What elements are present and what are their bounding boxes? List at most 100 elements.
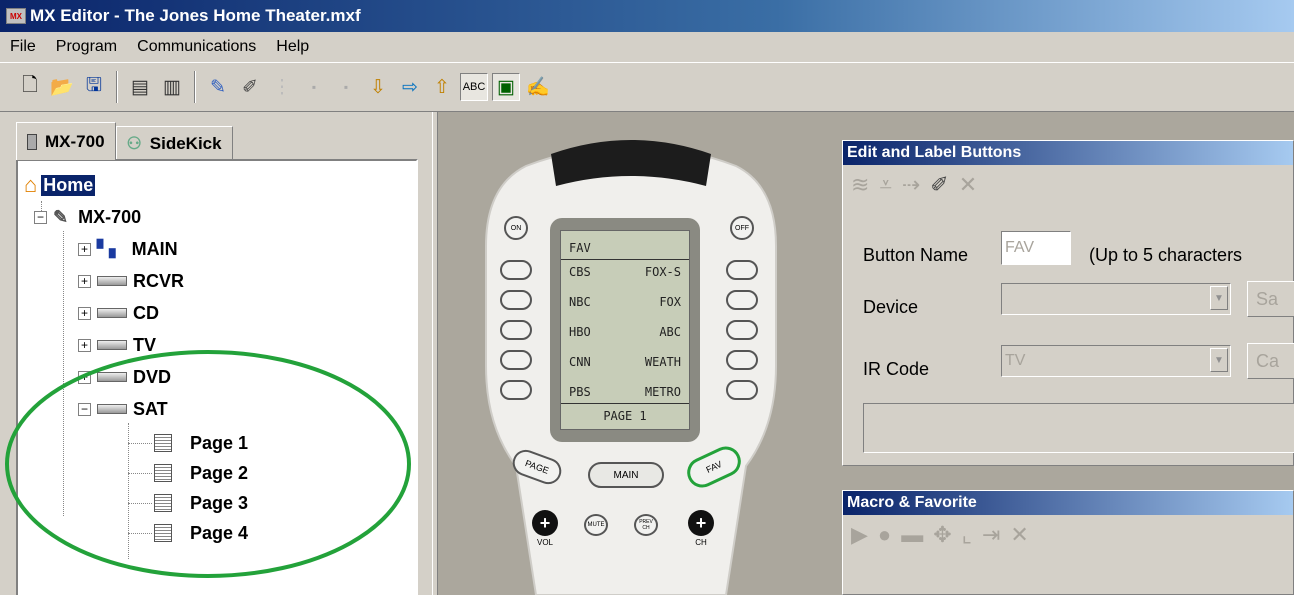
- main-button[interactable]: MAIN: [588, 462, 664, 488]
- ir-test-icon[interactable]: ⩡: [879, 172, 891, 198]
- upload-icon[interactable]: ⇧: [428, 73, 456, 101]
- tree-item-home[interactable]: ⌂ Home: [24, 171, 96, 199]
- ch-label: CH: [695, 538, 707, 547]
- lcd-label: CBS: [569, 265, 591, 279]
- delete-icon[interactable]: ✕: [959, 172, 977, 198]
- side-button-left-5[interactable]: [500, 380, 532, 400]
- side-button-right-4[interactable]: [726, 350, 758, 370]
- ir-copy-icon[interactable]: ⇢: [902, 172, 920, 198]
- chevron-down-icon[interactable]: ▼: [1210, 348, 1228, 372]
- side-button-right-2[interactable]: [726, 290, 758, 310]
- label-wizard-icon[interactable]: ✎: [204, 73, 232, 101]
- toolbar-separator: [194, 71, 196, 103]
- menu-program[interactable]: Program: [46, 38, 127, 56]
- ir-code-select[interactable]: TV ▼: [1001, 345, 1231, 377]
- lcd-row-5[interactable]: PBS METRO: [561, 385, 689, 399]
- menu-file[interactable]: File: [0, 38, 46, 56]
- add-page-icon[interactable]: ▥: [158, 73, 186, 101]
- select-button[interactable]: Sa: [1247, 281, 1294, 317]
- expand-icon[interactable]: +: [78, 242, 91, 256]
- record-icon[interactable]: ●: [878, 522, 891, 548]
- device-tabs: MX-700 ⚇ SideKick: [16, 122, 233, 160]
- capture-button[interactable]: Ca: [1247, 343, 1294, 379]
- lcd-row-4[interactable]: CNN WEATH: [561, 355, 689, 369]
- lcd-header: FAV: [569, 241, 591, 255]
- side-button-left-1[interactable]: [500, 260, 532, 280]
- mute-button[interactable]: MUTE: [584, 514, 608, 536]
- channel-up-icon[interactable]: +: [688, 510, 714, 536]
- lcd-divider: [561, 259, 689, 260]
- lcd-screen: FAV CBS FOX-S NBC FOX HBO ABC CNN WEATH PBS M…: [560, 230, 690, 430]
- tab-sidekick[interactable]: ⚇ SideKick: [115, 126, 233, 160]
- sidekick-icon: ⚇: [126, 133, 142, 153]
- new-file-icon[interactable]: 🗋: [16, 73, 44, 101]
- play-icon[interactable]: ▶: [851, 522, 868, 548]
- add-step-icon[interactable]: ✥: [933, 522, 951, 548]
- edit-label-panel: Edit and Label Buttons ≋ ⩡ ⇢ ✐ ✕ Button …: [842, 140, 1294, 466]
- menu-bar: File Program Communications Help: [0, 32, 1294, 62]
- delete-icon[interactable]: ✕: [1010, 522, 1028, 548]
- side-button-right-5[interactable]: [726, 380, 758, 400]
- save-icon[interactable]: ▬: [901, 522, 923, 548]
- save-icon[interactable]: 🖫: [80, 73, 108, 101]
- side-button-right-3[interactable]: [726, 320, 758, 340]
- volume-up-icon[interactable]: +: [532, 510, 558, 536]
- transfer-icon[interactable]: ⇨: [396, 73, 424, 101]
- lcd-row-3[interactable]: HBO ABC: [561, 325, 689, 339]
- button-name-input[interactable]: FAV: [1001, 231, 1071, 265]
- side-button-right-1[interactable]: [726, 260, 758, 280]
- remote-control: ON OFF FAV CBS FOX-S NBC FOX HBO ABC CNN WEA…: [476, 126, 786, 595]
- tree-item-main[interactable]: + ▘▖ MAIN: [78, 235, 178, 263]
- lcd-row-2[interactable]: NBC FOX: [561, 295, 689, 309]
- vol-label: VOL: [536, 538, 553, 547]
- tree-mx-700-label: MX-700: [78, 206, 142, 227]
- edit-label-icon[interactable]: ✐: [930, 172, 948, 198]
- collapse-icon[interactable]: −: [34, 210, 47, 224]
- on-button-label: ON: [510, 224, 522, 232]
- off-button[interactable]: OFF: [730, 216, 754, 240]
- device-icon: [97, 276, 127, 286]
- menu-help[interactable]: Help: [266, 38, 319, 56]
- tree-cd-label: CD: [133, 302, 159, 323]
- paste-label-icon[interactable]: ⋮: [268, 73, 296, 101]
- home-icon: ⌂: [24, 172, 38, 197]
- edit-label-icon[interactable]: ✐: [236, 73, 264, 101]
- tree-item-cd[interactable]: + CD: [78, 299, 159, 327]
- menu-communications[interactable]: Communications: [127, 38, 266, 56]
- macro-insert-icon[interactable]: ⇥: [982, 522, 1000, 548]
- macro-panel-toolbar: ▶ ● ▬ ✥ ⌞ ⇥ ✕: [843, 515, 1293, 555]
- ir-learn-icon[interactable]: ≋: [851, 172, 869, 198]
- label-view-icon[interactable]: ABC: [460, 73, 488, 101]
- expand-icon[interactable]: +: [78, 306, 91, 320]
- side-button-left-4[interactable]: [500, 350, 532, 370]
- side-button-left-3[interactable]: [500, 320, 532, 340]
- remote-icon: [27, 133, 37, 150]
- disabled-tool-icon-2[interactable]: ▪: [332, 73, 360, 101]
- tab-mx-700[interactable]: MX-700: [16, 122, 116, 160]
- signature-icon[interactable]: ✍: [524, 73, 552, 101]
- lcd-row-1[interactable]: CBS FOX-S: [561, 265, 689, 279]
- main-device-icon: ▘▖: [97, 241, 122, 258]
- edit-panel-title: Edit and Label Buttons: [843, 141, 1293, 165]
- lcd-label: HBO: [569, 325, 591, 339]
- expand-icon[interactable]: +: [78, 274, 91, 288]
- open-folder-icon[interactable]: 📂: [48, 73, 76, 101]
- chevron-down-icon[interactable]: ▼: [1210, 286, 1228, 310]
- select-button-label: Sa: [1256, 288, 1279, 309]
- add-device-icon[interactable]: ▤: [126, 73, 154, 101]
- capture-button-label: Ca: [1256, 350, 1280, 371]
- device-select[interactable]: ▼: [1001, 283, 1231, 315]
- side-button-left-2[interactable]: [500, 290, 532, 310]
- insert-icon[interactable]: ⌞: [962, 522, 972, 548]
- lcd-label: NBC: [569, 295, 591, 309]
- edit-panel-toolbar: ≋ ⩡ ⇢ ✐ ✕: [843, 165, 1293, 205]
- preview-icon[interactable]: ▣: [492, 73, 520, 101]
- download-icon[interactable]: ⇩: [364, 73, 392, 101]
- ir-code-display: [863, 403, 1294, 453]
- disabled-tool-icon[interactable]: ▪: [300, 73, 328, 101]
- on-button[interactable]: ON: [504, 216, 528, 240]
- tree-item-rcvr[interactable]: + RCVR: [78, 267, 184, 295]
- prev-channel-button[interactable]: PREV CH: [634, 514, 658, 536]
- lcd-label: METRO: [644, 385, 681, 399]
- tree-item-mx-700[interactable]: − ✎ MX-700: [34, 203, 141, 231]
